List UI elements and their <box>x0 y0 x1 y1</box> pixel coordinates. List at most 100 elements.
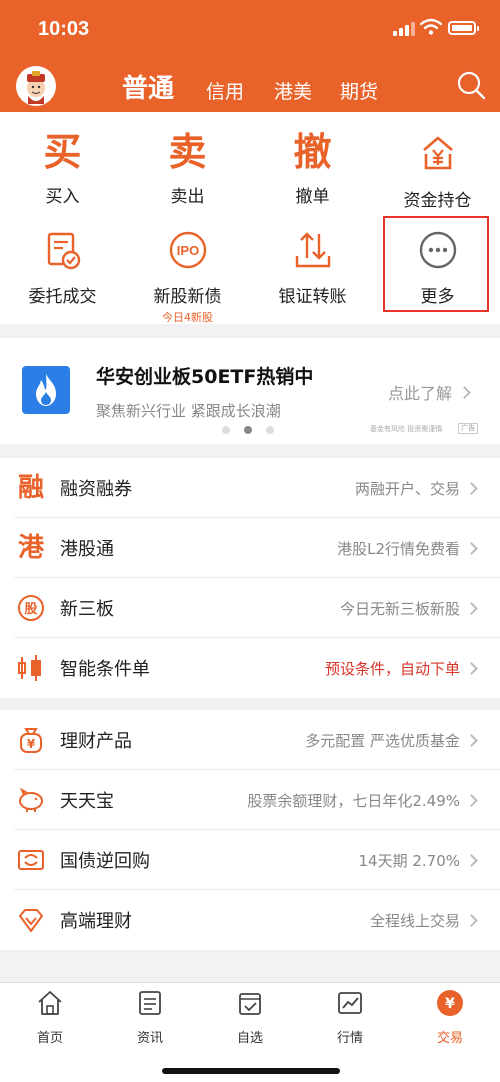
banner-learn-more-link[interactable]: 点此了解 <box>388 380 471 404</box>
yen-bag-icon: ¥ <box>20 728 42 753</box>
bank-transfer-button[interactable]: 银证转账 <box>250 218 375 324</box>
list-item-value: 港股L2行情免费看 <box>337 540 460 558</box>
list-item-label: 国债逆回购 <box>60 851 150 872</box>
carousel-dots <box>222 426 282 434</box>
chevron-right-icon <box>458 386 471 399</box>
margin-glyph-icon: 融 <box>17 473 44 503</box>
list-item-value: 预设条件，自动下单 <box>324 660 460 678</box>
tab-home[interactable]: 首页 <box>0 989 100 1049</box>
list-item-value: 多元配置 严选优质基金 <box>305 732 460 750</box>
cellular-signal-icon <box>393 22 415 36</box>
chevron-right-icon <box>465 734 478 747</box>
list-item-neeq[interactable]: 股 新三板 今日无新三板新股 <box>0 578 500 638</box>
status-bar: 10:03 <box>0 0 500 58</box>
banner-link-label: 点此了解 <box>388 384 453 403</box>
svg-text:股: 股 <box>24 602 37 617</box>
tab-news[interactable]: 资讯 <box>100 989 200 1049</box>
svg-text:¥: ¥ <box>445 996 455 1012</box>
ipo-label: 新股新债 <box>153 287 222 307</box>
tab-label: 交易 <box>436 1031 463 1046</box>
avatar[interactable] <box>16 66 56 106</box>
watchlist-icon <box>239 993 261 1015</box>
list-item-hk-connect[interactable]: 港 港股通 港股L2行情免费看 <box>0 518 500 578</box>
god-of-wealth-avatar-icon <box>27 71 45 104</box>
wifi-icon <box>420 18 442 35</box>
stock-badge-icon: 股 <box>18 595 44 621</box>
list-item-label: 天天宝 <box>60 791 114 812</box>
list-item-label: 新三板 <box>60 599 114 620</box>
home-icon <box>38 991 62 1015</box>
list-item-premium-wealth[interactable]: 高端理财 全程线上交易 <box>0 890 500 950</box>
chevron-right-icon <box>465 794 478 807</box>
list-item-reverse-repo[interactable]: 国债逆回购 14天期 2.70% <box>0 830 500 890</box>
cancel-order-label: 撤单 <box>295 187 330 207</box>
carousel-dot[interactable] <box>222 426 230 434</box>
svg-text:¥: ¥ <box>27 737 36 751</box>
search-icon[interactable] <box>456 70 486 100</box>
document-check-icon <box>47 232 80 270</box>
chevron-right-icon <box>465 602 478 615</box>
ipo-today-badge: 今日4新股 <box>162 311 213 324</box>
trade-yen-icon: ¥ <box>437 990 463 1016</box>
svg-text:IPO: IPO <box>176 243 198 258</box>
chevron-right-icon <box>465 662 478 675</box>
ad-tag: 广告 <box>458 423 478 434</box>
list-item-smart-order[interactable]: 智能条件单 预设条件，自动下单 <box>0 638 500 698</box>
tab-trade[interactable]: ¥ 交易 <box>400 989 500 1049</box>
list-item-wealth-products[interactable]: ¥ 理财产品 多元配置 严选优质基金 <box>0 710 500 770</box>
chevron-right-icon <box>465 542 478 555</box>
banner-title: 华安创业板50ETF热销中 <box>96 366 314 388</box>
wealth-list: ¥ 理财产品 多元配置 严选优质基金 天天宝 股票余额理财，七日年化2.49% … <box>0 710 500 950</box>
transfer-arrows-icon <box>295 232 330 268</box>
carousel-dot-active[interactable] <box>244 426 252 434</box>
list-item-margin-trading[interactable]: 融 融资融券 两融开户、交易 <box>0 458 500 518</box>
buy-glyph-icon: 买 <box>43 129 82 174</box>
tab-futures[interactable]: 期货 <box>340 77 378 104</box>
list-item-value: 14天期 2.70% <box>358 852 460 870</box>
chevron-right-icon <box>465 854 478 867</box>
buy-button[interactable]: 买 买入 <box>0 112 125 218</box>
bottom-tab-bar: 首页 资讯 自选 行情 ¥ 交易 <box>0 982 500 1082</box>
chevron-right-icon <box>465 482 478 495</box>
banner-subtitle: 聚焦新兴行业 紧跟成长浪潮 <box>96 402 281 420</box>
list-item-label: 理财产品 <box>60 731 132 752</box>
battery-icon <box>448 21 479 35</box>
list-item-value: 全程线上交易 <box>369 912 460 930</box>
market-chart-icon <box>338 992 362 1014</box>
tab-ordinary[interactable]: 普通 <box>122 68 174 105</box>
list-item-value: 两融开户、交易 <box>354 480 460 498</box>
list-item-label: 港股通 <box>60 539 114 560</box>
news-icon <box>139 991 161 1015</box>
chevron-right-icon <box>465 914 478 927</box>
tab-label: 自选 <box>236 1031 263 1046</box>
bond-repo-icon <box>18 850 44 870</box>
orders-trades-label: 委托成交 <box>28 287 97 307</box>
bank-transfer-label: 银证转账 <box>278 287 347 307</box>
list-item-label: 高端理财 <box>60 911 132 932</box>
piggy-bank-icon <box>19 787 43 812</box>
list-item-tiantianbao[interactable]: 天天宝 股票余额理财，七日年化2.49% <box>0 770 500 830</box>
tab-watchlist[interactable]: 自选 <box>200 989 300 1049</box>
sell-glyph-icon: 卖 <box>168 129 207 174</box>
ipo-button[interactable]: IPO 新股新债 今日4新股 <box>125 218 250 324</box>
funds-positions-label: 资金持仓 <box>403 191 472 211</box>
tab-label: 首页 <box>36 1031 63 1046</box>
orders-trades-button[interactable]: 委托成交 <box>0 218 125 324</box>
tab-label: 行情 <box>336 1031 363 1046</box>
more-highlight-box <box>383 216 489 312</box>
carousel-dot[interactable] <box>266 426 274 434</box>
home-indicator <box>162 1068 340 1074</box>
ipo-icon: IPO <box>169 231 206 269</box>
sell-button[interactable]: 卖 卖出 <box>125 112 250 218</box>
list-item-label: 融资融券 <box>60 479 132 500</box>
sell-label: 卖出 <box>170 187 205 207</box>
list-item-value: 今日无新三板新股 <box>339 600 460 618</box>
tab-hk-us[interactable]: 港美 <box>274 77 312 104</box>
services-list: 融 融资融券 两融开户、交易 港 港股通 港股L2行情免费看 股 新三板 今日无… <box>0 458 500 698</box>
cancel-order-button[interactable]: 撤 撤单 <box>250 112 375 218</box>
smart-order-icon <box>18 655 41 681</box>
risk-disclaimer: 基金有风险 投资需谨慎 <box>370 425 443 433</box>
tab-credit[interactable]: 信用 <box>206 77 244 104</box>
funds-positions-button[interactable]: 资金持仓 <box>375 112 500 218</box>
tab-market[interactable]: 行情 <box>300 989 400 1049</box>
